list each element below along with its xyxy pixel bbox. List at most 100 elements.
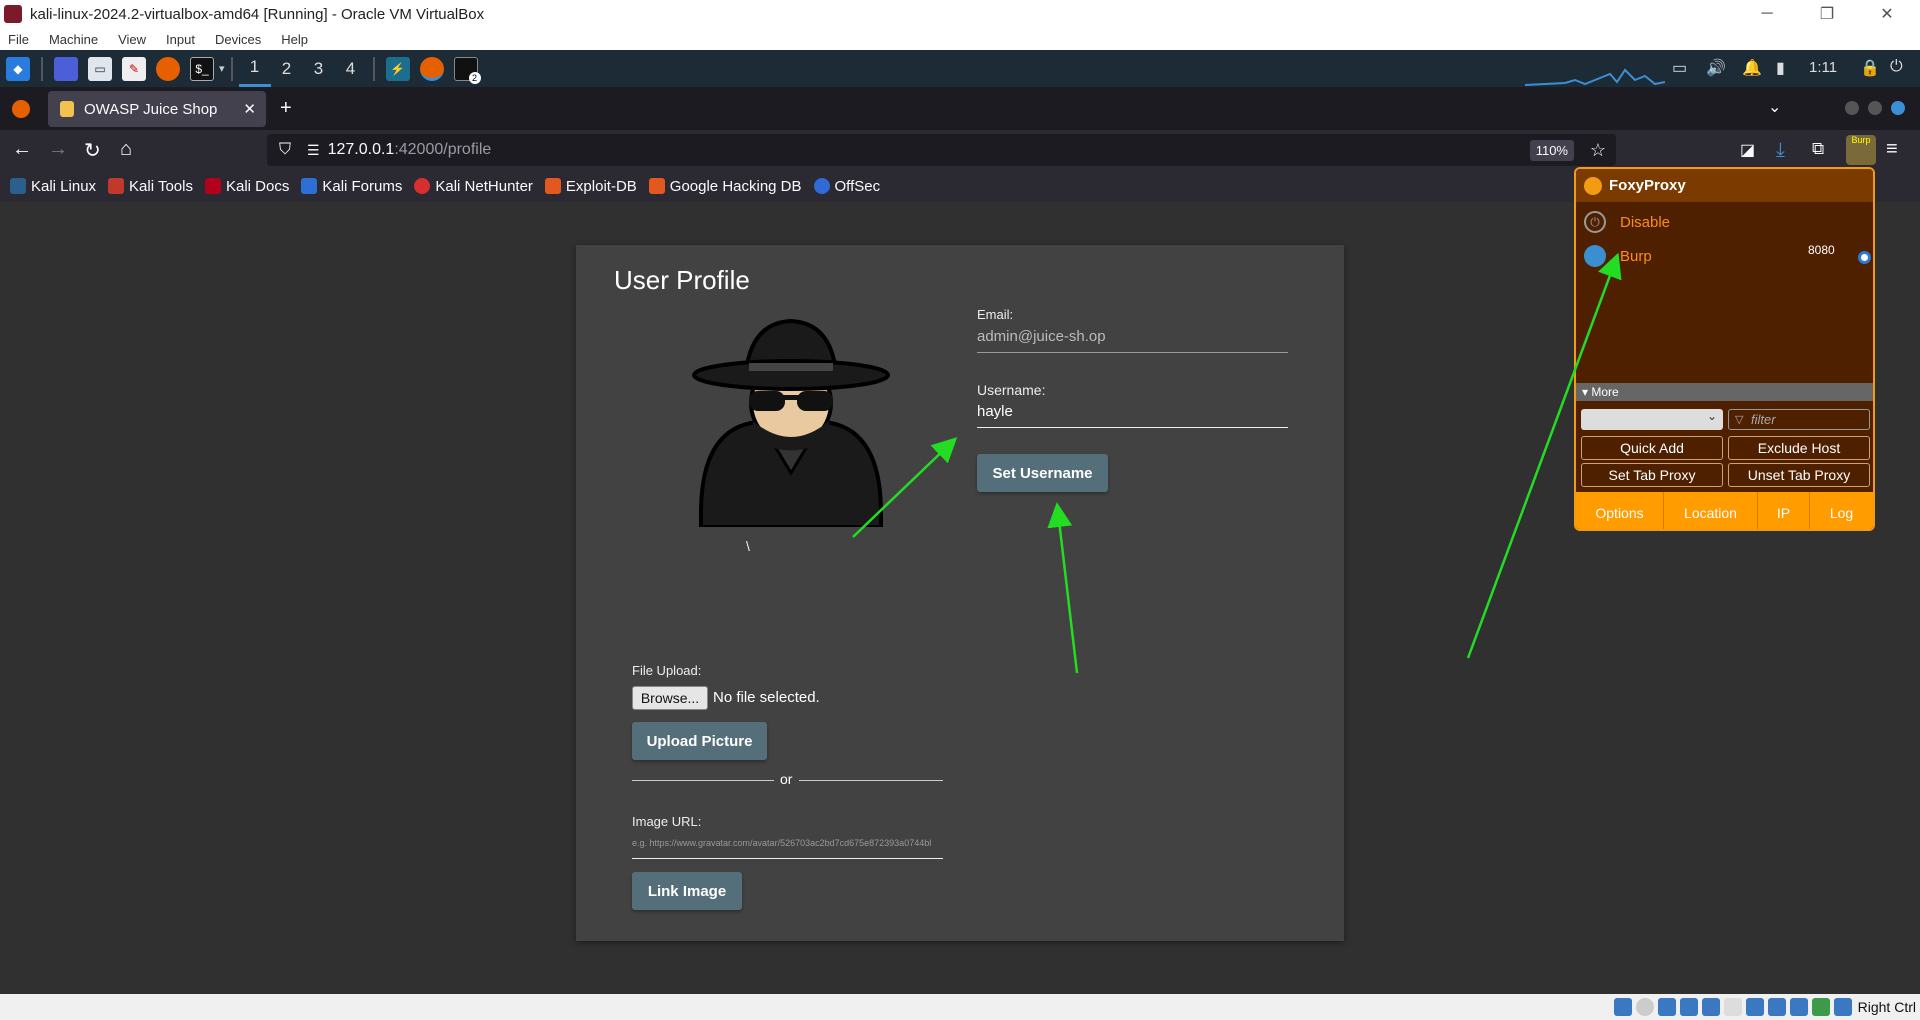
or-divider-text: or bbox=[780, 771, 793, 787]
set-username-button[interactable]: Set Username bbox=[977, 454, 1108, 492]
bookmark-exploit-db[interactable]: Exploit-DB bbox=[544, 177, 637, 195]
page-info-icon[interactable]: ☰ bbox=[307, 142, 320, 159]
menu-help[interactable]: Help bbox=[281, 32, 308, 47]
text-editor-icon[interactable]: ✎ bbox=[122, 56, 146, 81]
firefox-close-button[interactable] bbox=[1891, 101, 1905, 115]
desktop-icon[interactable] bbox=[54, 56, 78, 81]
lock-icon[interactable]: 🔒 bbox=[1860, 58, 1880, 78]
minimize-button[interactable]: ─ bbox=[1744, 0, 1790, 28]
menu-machine[interactable]: Machine bbox=[49, 32, 98, 47]
menu-file[interactable]: File bbox=[8, 32, 29, 47]
foxy-location-button[interactable]: Location bbox=[1664, 492, 1758, 529]
terminal-count-badge: 2 bbox=[468, 71, 481, 84]
workspace-4[interactable]: 4 bbox=[335, 50, 367, 87]
power-icon[interactable]: ⏻ bbox=[1890, 58, 1903, 76]
bookmark-kali-linux[interactable]: Kali Linux bbox=[10, 178, 96, 195]
bookmark-kali-tools[interactable]: Kali Tools bbox=[108, 178, 193, 195]
unset-tab-proxy-button[interactable]: Unset Tab Proxy bbox=[1728, 463, 1870, 487]
hamburger-menu-icon[interactable]: ≡ bbox=[1886, 138, 1898, 161]
back-icon[interactable]: ← bbox=[12, 138, 32, 161]
bookmark-offsec[interactable]: OffSec bbox=[813, 177, 881, 195]
firefox-minimize-button[interactable] bbox=[1845, 101, 1859, 115]
volume-icon[interactable]: 🔊 bbox=[1706, 58, 1726, 78]
bell-icon[interactable]: 🔔 bbox=[1742, 58, 1762, 78]
firefox-task-icon[interactable] bbox=[419, 56, 444, 81]
bookmark-label: Kali Forums bbox=[322, 177, 403, 195]
bookmark-google-hacking-db[interactable]: Google Hacking DB bbox=[648, 177, 802, 195]
proxy-select[interactable]: ⌄ bbox=[1581, 409, 1723, 430]
more-section-toggle[interactable]: ▾ More bbox=[1576, 383, 1873, 401]
quick-add-button[interactable]: Quick Add bbox=[1581, 436, 1723, 460]
bookmark-label: OffSec bbox=[834, 177, 881, 195]
recording-icon bbox=[1767, 998, 1786, 1016]
firefox-maximize-button[interactable] bbox=[1868, 101, 1882, 115]
file-manager-icon[interactable]: ▭ bbox=[88, 56, 112, 81]
zoom-level[interactable]: 110% bbox=[1529, 139, 1574, 161]
exclude-host-button[interactable]: Exclude Host bbox=[1728, 436, 1870, 460]
forward-icon[interactable]: → bbox=[48, 138, 68, 161]
burp-task-icon[interactable]: ⚡ bbox=[385, 56, 410, 81]
filter-input[interactable]: ▽ filter bbox=[1728, 409, 1870, 430]
restore-button[interactable]: ❐ bbox=[1804, 0, 1850, 28]
menu-devices[interactable]: Devices bbox=[215, 32, 261, 47]
filter-placeholder: filter bbox=[1751, 412, 1776, 427]
clock[interactable]: 1:11 bbox=[1809, 59, 1837, 76]
exploit-db-icon bbox=[544, 178, 561, 194]
browse-button[interactable]: Browse... bbox=[632, 686, 708, 710]
workspace-3[interactable]: 3 bbox=[303, 50, 335, 87]
upload-picture-button[interactable]: Upload Picture bbox=[632, 722, 767, 760]
network-icon bbox=[1679, 998, 1698, 1016]
chevron-down-icon[interactable]: ▾ bbox=[219, 62, 225, 75]
image-url-input[interactable]: e.g. https://www.gravatar.com/avatar/526… bbox=[632, 838, 943, 848]
battery-icon[interactable]: ▮ bbox=[1776, 58, 1785, 78]
bookmark-kali-nethunter[interactable]: Kali NetHunter bbox=[414, 178, 533, 195]
terminal-icon[interactable]: $_ bbox=[190, 56, 214, 81]
firefox-launcher-icon[interactable] bbox=[156, 56, 180, 81]
shield-icon[interactable]: ⛉ bbox=[279, 141, 291, 159]
username-input[interactable]: hayle bbox=[977, 403, 1013, 420]
foxyproxy-header: FoxyProxy bbox=[1576, 169, 1873, 202]
ghdb-icon bbox=[648, 178, 665, 194]
close-tab-icon[interactable]: ✕ bbox=[243, 100, 256, 118]
url-bar[interactable]: ⛉ ☰ 127.0.0.1 :42000/profile 110% ☆ bbox=[267, 134, 1616, 166]
disable-label: Disable bbox=[1620, 213, 1671, 231]
close-window-button[interactable]: ✕ bbox=[1864, 0, 1910, 28]
new-tab-icon[interactable]: + bbox=[280, 97, 292, 120]
bookmark-kali-forums[interactable]: Kali Forums bbox=[301, 178, 402, 195]
downloads-icon[interactable]: ⤓ bbox=[1776, 139, 1785, 162]
tab-owasp-juice-shop[interactable]: OWASP Juice Shop ✕ bbox=[48, 91, 266, 127]
reload-icon[interactable]: ↻ bbox=[84, 138, 101, 163]
username-label: Username: bbox=[977, 382, 1046, 398]
extensions-icon[interactable]: ⧉ bbox=[1812, 139, 1824, 159]
disable-option[interactable]: ⏻ Disable bbox=[1584, 209, 1864, 235]
set-tab-proxy-button[interactable]: Set Tab Proxy bbox=[1581, 463, 1723, 487]
kali-menu-icon[interactable]: ◆ bbox=[6, 56, 30, 81]
foxy-options-button[interactable]: Options bbox=[1576, 492, 1664, 529]
bookmark-star-icon[interactable]: ☆ bbox=[1590, 140, 1606, 161]
home-icon[interactable]: ⌂ bbox=[120, 138, 132, 161]
window-title: kali-linux-2024.2-virtualbox-amd64 [Runn… bbox=[30, 5, 485, 23]
proxy-burp-option[interactable]: Burp 8080 bbox=[1584, 243, 1871, 269]
proxy-radio[interactable] bbox=[1858, 251, 1871, 264]
virtualbox-menubar: File Machine View Input Devices Help bbox=[0, 28, 1920, 50]
menu-input[interactable]: Input bbox=[166, 32, 195, 47]
terminal-task-icon[interactable]: 2 bbox=[453, 56, 481, 84]
firefox-view-icon[interactable] bbox=[12, 100, 30, 118]
pocket-icon[interactable]: ◪ bbox=[1740, 140, 1755, 160]
foxyproxy-toolbar-button[interactable]: Burp bbox=[1846, 135, 1876, 165]
firefox-navigation-bar: ← → ↻ ⌂ ⛉ ☰ 127.0.0.1 :42000/profile 110… bbox=[0, 130, 1920, 170]
bookmark-label: Google Hacking DB bbox=[669, 177, 802, 195]
menu-view[interactable]: View bbox=[118, 32, 146, 47]
foxy-log-button[interactable]: Log bbox=[1810, 492, 1873, 529]
email-underline bbox=[977, 352, 1288, 353]
workspace-1[interactable]: 1 bbox=[238, 50, 271, 87]
list-all-tabs-icon[interactable]: ⌄ bbox=[1768, 97, 1781, 117]
kali-docs-icon bbox=[204, 178, 221, 194]
bookmark-kali-docs[interactable]: Kali Docs bbox=[204, 178, 289, 195]
link-image-button[interactable]: Link Image bbox=[632, 872, 742, 910]
monitor-icon[interactable]: ▭ bbox=[1672, 58, 1687, 78]
workspace-2[interactable]: 2 bbox=[271, 50, 303, 87]
bookmark-label: Kali NetHunter bbox=[435, 177, 533, 195]
foxy-ip-button[interactable]: IP bbox=[1758, 492, 1810, 529]
bookmark-label: Exploit-DB bbox=[565, 177, 637, 195]
